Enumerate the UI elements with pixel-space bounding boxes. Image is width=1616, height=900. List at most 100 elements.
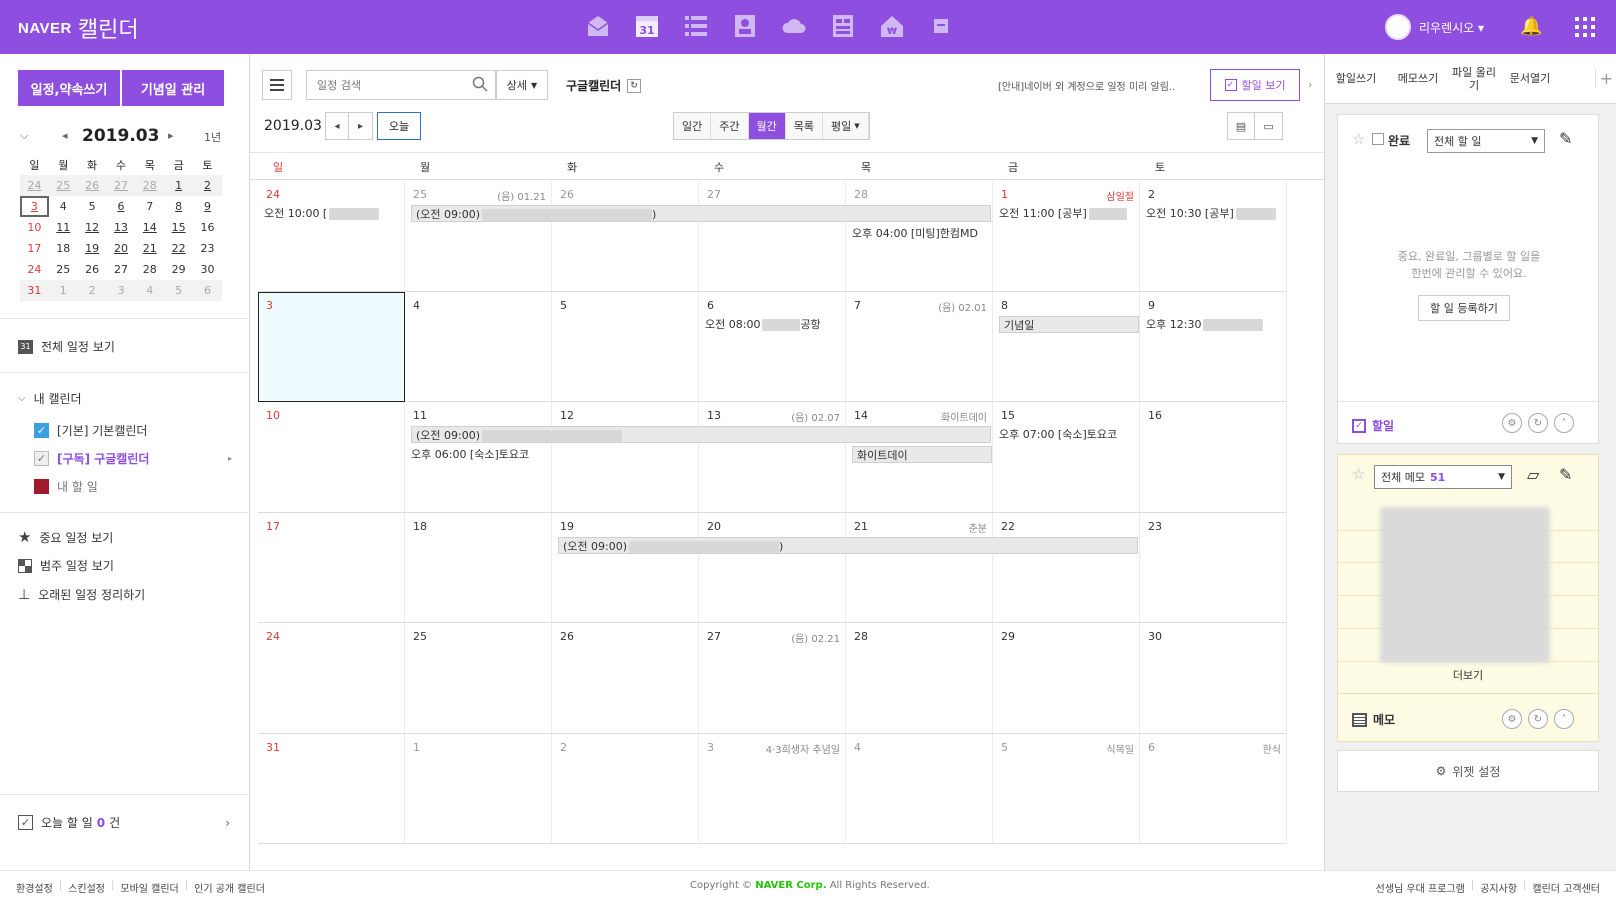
day-cell[interactable]: 3	[258, 291, 405, 402]
calendar-event[interactable]: (오전 09:00))	[411, 205, 991, 222]
list-icon[interactable]	[682, 12, 710, 40]
mini-calendar-day[interactable]: 14	[135, 217, 164, 238]
apps-grid-icon[interactable]	[1575, 17, 1595, 37]
footer-link[interactable]: 선생님 우대 프로그램	[1376, 880, 1465, 895]
footer-link[interactable]: 환경설정	[16, 880, 53, 895]
day-cell[interactable]: 12	[552, 402, 699, 513]
mini-calendar-day[interactable]: 23	[193, 238, 222, 259]
mini-calendar-day[interactable]: 19	[78, 238, 107, 259]
day-cell[interactable]: 18	[405, 512, 552, 623]
checkbox-checked-icon[interactable]: ✓	[34, 423, 49, 438]
mini-calendar-day[interactable]: 21	[135, 238, 164, 259]
category-schedules[interactable]: 범주 일정 보기	[18, 557, 114, 574]
mini-calendar-day[interactable]: 16	[193, 217, 222, 238]
day-cell[interactable]: 30	[1140, 623, 1287, 734]
add-tab-icon[interactable]: +	[1595, 69, 1616, 88]
settings-icon[interactable]: ⚙	[1502, 413, 1522, 433]
mini-calendar-day[interactable]: 11	[49, 217, 78, 238]
calendar-event[interactable]: 화이트데이	[852, 446, 992, 463]
view-tab-2[interactable]: 월간	[748, 113, 786, 139]
mini-calendar-day[interactable]: 8	[164, 196, 193, 217]
tab-write-memo[interactable]: 메모쓰기	[1387, 72, 1449, 85]
refresh-icon[interactable]: ↻	[627, 78, 642, 93]
mini-calendar-day[interactable]: 9	[193, 196, 222, 217]
todo-view-button[interactable]: ✓ 할일 보기	[1210, 69, 1300, 101]
footer-link[interactable]: 스킨설정	[68, 880, 105, 895]
memo-filter-select[interactable]: 전체 메모 51 ▼	[1374, 465, 1512, 489]
color-swatch[interactable]	[34, 479, 49, 494]
mail-icon[interactable]	[584, 12, 612, 40]
footer-link[interactable]: 공지사항	[1480, 880, 1517, 895]
calendar-event[interactable]: 기념일	[999, 315, 1139, 333]
user-menu[interactable]: 리우렌시오 ▾	[1385, 14, 1484, 40]
day-cell[interactable]: 5	[552, 291, 699, 402]
notice-text[interactable]: [안내]네이버 외 계정으로 일정 미리 알림..	[998, 78, 1175, 93]
mini-calendar-day[interactable]: 3	[106, 280, 136, 301]
settings-icon[interactable]: ⚙	[1502, 709, 1522, 729]
detail-search-dropdown[interactable]: 상세 ▼	[496, 70, 548, 100]
tab-upload-file[interactable]: 파일 올리기	[1449, 66, 1499, 92]
mini-calendar-day[interactable]: 18	[49, 238, 78, 259]
mini-calendar-day[interactable]: 10	[20, 217, 49, 238]
save-icon[interactable]: ▭	[1255, 112, 1283, 140]
tab-open-document[interactable]: 문서열기	[1499, 72, 1561, 85]
chevron-right-icon[interactable]: ▸	[228, 454, 232, 463]
day-cell[interactable]: 19	[552, 512, 699, 623]
next-month-icon[interactable]: ▸	[168, 129, 174, 142]
collapse-chevron-icon[interactable]: ⌵	[20, 129, 28, 143]
calendar-my-todo[interactable]: 내 할 일	[34, 478, 98, 495]
mini-calendar-day[interactable]: 7	[135, 196, 164, 217]
day-cell[interactable]: 23	[1140, 512, 1287, 623]
mini-calendar-day[interactable]: 25	[49, 259, 78, 280]
checkbox-checked-icon[interactable]: ✓	[34, 451, 49, 466]
mini-calendar-day[interactable]: 20	[107, 238, 136, 259]
calendar-event[interactable]: 오전 10:00 [	[264, 205, 402, 222]
calendar-event[interactable]: 오전 10:30 [공부]	[1146, 205, 1276, 222]
memo-more-button[interactable]: 더보기	[1338, 667, 1598, 683]
next-month-button[interactable]: ▸	[349, 112, 373, 140]
calendar-event[interactable]: (오전 09:00)	[411, 426, 991, 443]
calendar-event[interactable]: 오후 04:00 [미팅]한컴MD	[852, 225, 990, 242]
day-cell[interactable]: 24	[258, 623, 405, 734]
day-cell[interactable]: 1	[405, 733, 552, 844]
view-all-schedules[interactable]: 31 전체 일정 보기	[18, 338, 115, 355]
footer-link[interactable]: 인기 공개 캘린더	[194, 880, 265, 895]
naver-calendar-logo[interactable]: NAVER 캘린더	[18, 12, 139, 44]
refresh-icon[interactable]: ↻	[1528, 709, 1548, 729]
mini-calendar-day[interactable]: 2	[77, 280, 107, 301]
mini-calendar-day[interactable]: 1	[48, 280, 78, 301]
board-icon[interactable]	[829, 12, 857, 40]
mini-calendar-day[interactable]: 24	[20, 259, 49, 280]
search-icon[interactable]	[472, 76, 488, 92]
today-todo-summary[interactable]: ✓ 오늘 할 일 0 건 ›	[18, 814, 230, 831]
bell-icon[interactable]: 🔔	[1520, 16, 1542, 37]
calendar-event[interactable]: 오후 12:30	[1146, 316, 1276, 333]
day-cell[interactable]: 4	[405, 291, 552, 402]
calendar-icon[interactable]: 31	[633, 12, 661, 40]
important-schedules[interactable]: ★ 중요 일정 보기	[18, 528, 113, 546]
day-cell[interactable]: 15	[993, 402, 1140, 513]
mini-calendar-day[interactable]: 28	[135, 259, 164, 280]
tab-write-todo[interactable]: 할일쓰기	[1325, 72, 1387, 85]
cleanup-old-schedules[interactable]: ⊥ 오래된 일정 정리하기	[18, 586, 145, 603]
mini-calendar-day[interactable]: 2	[193, 175, 222, 196]
day-cell[interactable]: 2	[552, 733, 699, 844]
mini-calendar-day[interactable]: 13	[107, 217, 136, 238]
star-outline-icon[interactable]: ☆	[1352, 130, 1365, 148]
edit-icon[interactable]: ✎	[1559, 129, 1572, 148]
day-cell[interactable]: 8	[993, 291, 1140, 402]
day-cell[interactable]: 24	[258, 181, 405, 292]
mini-calendar-day[interactable]: 12	[78, 217, 107, 238]
done-checkbox[interactable]	[1372, 133, 1384, 145]
chevron-right-icon[interactable]: ›	[1308, 78, 1312, 91]
mini-calendar-day[interactable]: 26	[77, 175, 107, 196]
prev-month-icon[interactable]: ◂	[62, 129, 68, 142]
calendar-event[interactable]: 오전 08:00 공항	[705, 316, 843, 333]
calendar-basic[interactable]: ✓ [기본] 기본캘린더	[34, 422, 147, 439]
mini-calendar-day[interactable]: 4	[49, 196, 78, 217]
house-icon[interactable]: ₩	[878, 12, 906, 40]
mini-calendar-day[interactable]: 26	[78, 259, 107, 280]
mini-calendar-day[interactable]: 30	[193, 259, 222, 280]
day-cell[interactable]: 9	[1140, 291, 1287, 402]
mini-calendar-day[interactable]: 25	[48, 175, 78, 196]
